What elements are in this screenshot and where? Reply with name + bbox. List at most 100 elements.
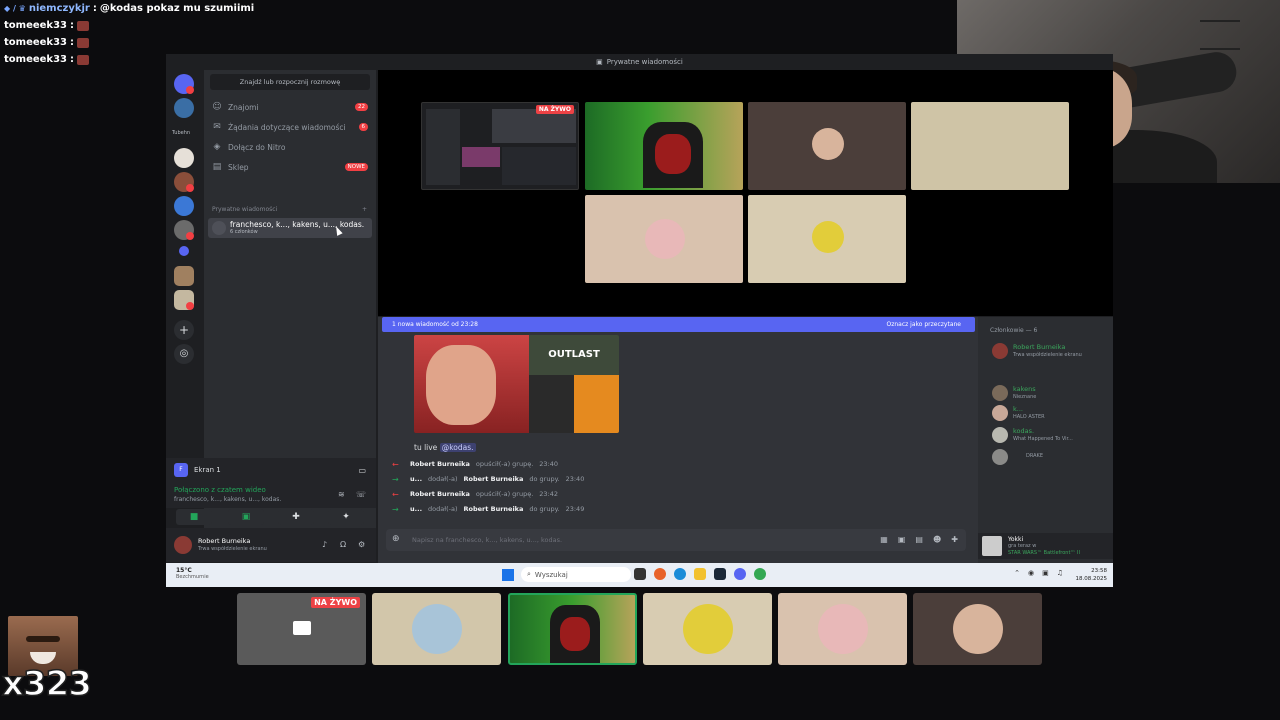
volume-icon[interactable]: ♫ xyxy=(1057,569,1063,577)
system-actor[interactable]: Robert Burneika xyxy=(410,460,470,468)
video-tile-avatar-pig[interactable] xyxy=(585,195,743,283)
discord-window: ▣ Prywatne wiadomości Tubehn + ◎ Znajdź … xyxy=(166,54,1113,587)
nav-shop[interactable]: ▤ Sklep NOWE xyxy=(208,158,372,176)
chat-message: @kodas pokaz mu szumiimi xyxy=(99,3,255,14)
discord-icon[interactable] xyxy=(734,568,746,580)
video-tile-screen-share[interactable]: NA ŻYWO xyxy=(421,102,579,190)
system-action: dodał(-a) xyxy=(428,505,458,513)
message-text: tu live @kodas. xyxy=(414,443,476,452)
system-tail: do grupy. xyxy=(529,505,560,513)
add-attachment-icon[interactable]: ⊕ xyxy=(392,534,400,544)
noise-suppression-icon[interactable]: ≋ xyxy=(338,490,345,499)
chat-line: ◆ / ♛ niemczykjr : @kodas pokaz mu szumi… xyxy=(4,3,255,14)
nav-nitro[interactable]: ◈ Dołącz do Nitro xyxy=(208,138,372,156)
mark-as-read-button[interactable]: Oznacz jako przeczytane xyxy=(886,321,961,328)
edge-icon[interactable] xyxy=(674,568,686,580)
video-tile-participant[interactable] xyxy=(911,102,1069,190)
message-composer[interactable]: ⊕ Napisz na franchesco, k..., kakens, u.… xyxy=(386,529,966,551)
video-tile-avatar-man[interactable] xyxy=(748,195,906,283)
member-item[interactable]: kakens Nieznane xyxy=(986,383,1110,403)
system-timestamp: 23:42 xyxy=(539,490,559,498)
network-icon[interactable]: ◉ xyxy=(1028,569,1034,577)
emoji-icon[interactable]: ☻ xyxy=(933,535,941,544)
strip-tile-participant[interactable] xyxy=(778,593,907,665)
participant-face xyxy=(953,604,1003,654)
user-mention[interactable]: @kodas. xyxy=(439,443,476,452)
disconnect-icon[interactable]: ☏ xyxy=(356,490,366,499)
friends-icon: ☺ xyxy=(212,102,222,112)
strip-tile-screen-share[interactable]: NA ŻYWO xyxy=(237,593,366,665)
system-actor[interactable]: Robert Burneika xyxy=(410,490,470,498)
popout-icon[interactable]: ▭ xyxy=(358,466,366,475)
participant-avatar xyxy=(683,604,733,654)
emote-icon xyxy=(76,54,89,65)
sticker-icon[interactable]: ▤ xyxy=(915,535,923,544)
clock[interactable]: 23:58 18.08.2025 xyxy=(1076,567,1108,583)
user-status: Trwa współdzielenie ekranu xyxy=(198,546,267,552)
gift-icon[interactable]: ▦ xyxy=(880,535,888,544)
steam-icon[interactable] xyxy=(714,568,726,580)
system-actor[interactable]: u... xyxy=(410,505,422,513)
file-explorer-icon[interactable] xyxy=(694,568,706,580)
server-icon[interactable] xyxy=(174,196,194,216)
avatar[interactable] xyxy=(174,536,192,554)
wifi-icon[interactable]: ▣ xyxy=(1042,569,1049,577)
member-item[interactable]: k... HALO ASTER xyxy=(986,403,1110,423)
dm-item-group[interactable]: franchesco, k..., kakens, u..., kodas. 6… xyxy=(208,218,372,238)
member-item[interactable]: kodas. What Happened To Vir... xyxy=(986,425,1110,445)
system-target[interactable]: Robert Burneika xyxy=(464,475,524,483)
task-view-icon[interactable] xyxy=(634,568,646,580)
headphones-icon[interactable]: Ω xyxy=(340,540,346,549)
strip-tile-participant[interactable] xyxy=(372,593,501,665)
emote-icon xyxy=(76,20,89,31)
nav-friends[interactable]: ☺ Znajomi 22 xyxy=(208,98,372,116)
message-input[interactable]: Napisz na franchesco, k..., kakens, u...… xyxy=(412,536,562,544)
server-icon[interactable] xyxy=(174,98,194,118)
nav-message-requests[interactable]: ✉ Żądania dotyczące wiadomości 6 xyxy=(208,118,372,136)
member-item[interactable]: Robert Burneika Trwa współdzielenie ekra… xyxy=(986,341,1110,361)
camera-icon: ■ xyxy=(189,512,199,522)
system-target[interactable]: Robert Burneika xyxy=(464,505,524,513)
gif-icon[interactable]: ▣ xyxy=(898,535,906,544)
strip-tile-participant[interactable] xyxy=(643,593,772,665)
avatar xyxy=(992,385,1008,401)
discover-icon[interactable]: ◎ xyxy=(174,344,194,364)
count-badge: 6 xyxy=(358,123,368,131)
shared-image[interactable]: OUTLAST xyxy=(414,335,619,433)
video-grid: NA ŻYWO xyxy=(378,70,1113,316)
chrome-icon[interactable] xyxy=(754,568,766,580)
strip-tile-speaking[interactable] xyxy=(508,593,637,665)
find-conversation-button[interactable]: Znajdź lub rozpocznij rozmowę xyxy=(210,74,370,90)
member-item[interactable]: DRAKE xyxy=(986,447,1110,467)
apps-icon[interactable]: ✚ xyxy=(951,535,958,544)
new-messages-bar[interactable]: 1 nowa wiadomość od 23:28 Oznacz jako pr… xyxy=(382,317,975,332)
video-tile-participant[interactable] xyxy=(748,102,906,190)
search-icon: ⌕ xyxy=(527,570,531,578)
add-server-icon[interactable]: + xyxy=(174,320,194,340)
weather-widget[interactable]: 15°C Bezchmurnie xyxy=(176,567,209,580)
activity-card[interactable]: Yokki gra teraz w STAR WARS™ Battlefront… xyxy=(978,533,1113,559)
video-tile-gamer-chair[interactable] xyxy=(585,102,743,190)
windows-start-icon[interactable] xyxy=(502,569,514,581)
firefox-icon[interactable] xyxy=(654,568,666,580)
taskbar-search[interactable]: ⌕ Wyszukaj xyxy=(521,567,631,582)
screen-share-icon: ▣ xyxy=(241,512,251,522)
gear-icon[interactable]: ⚙ xyxy=(358,540,365,549)
activity-button[interactable]: ✚ xyxy=(278,509,314,525)
share-screen-button[interactable]: ▣ xyxy=(228,509,264,525)
voice-status: Połączono z czatem wideo xyxy=(174,486,266,494)
soundboard-button[interactable]: ✦ xyxy=(328,509,364,525)
system-actor[interactable]: u... xyxy=(410,475,422,483)
strip-tile-participant[interactable] xyxy=(913,593,1042,665)
camera-button[interactable]: ■ xyxy=(176,509,212,525)
chevron-up-icon[interactable]: ⌃ xyxy=(1014,569,1020,577)
server-icon[interactable] xyxy=(174,148,194,168)
microphone-icon[interactable]: ♪ xyxy=(322,540,327,549)
screen-share-row[interactable]: F Ekran 1 ▭ xyxy=(174,462,366,478)
create-dm-button[interactable]: + xyxy=(362,206,367,213)
server-icon[interactable] xyxy=(174,266,194,286)
member-list-header: Członkowie — 6 xyxy=(990,327,1038,334)
taskbar-apps xyxy=(634,568,766,580)
server-folder-label: Tubehn xyxy=(172,130,191,136)
folder-icon[interactable] xyxy=(179,246,189,256)
